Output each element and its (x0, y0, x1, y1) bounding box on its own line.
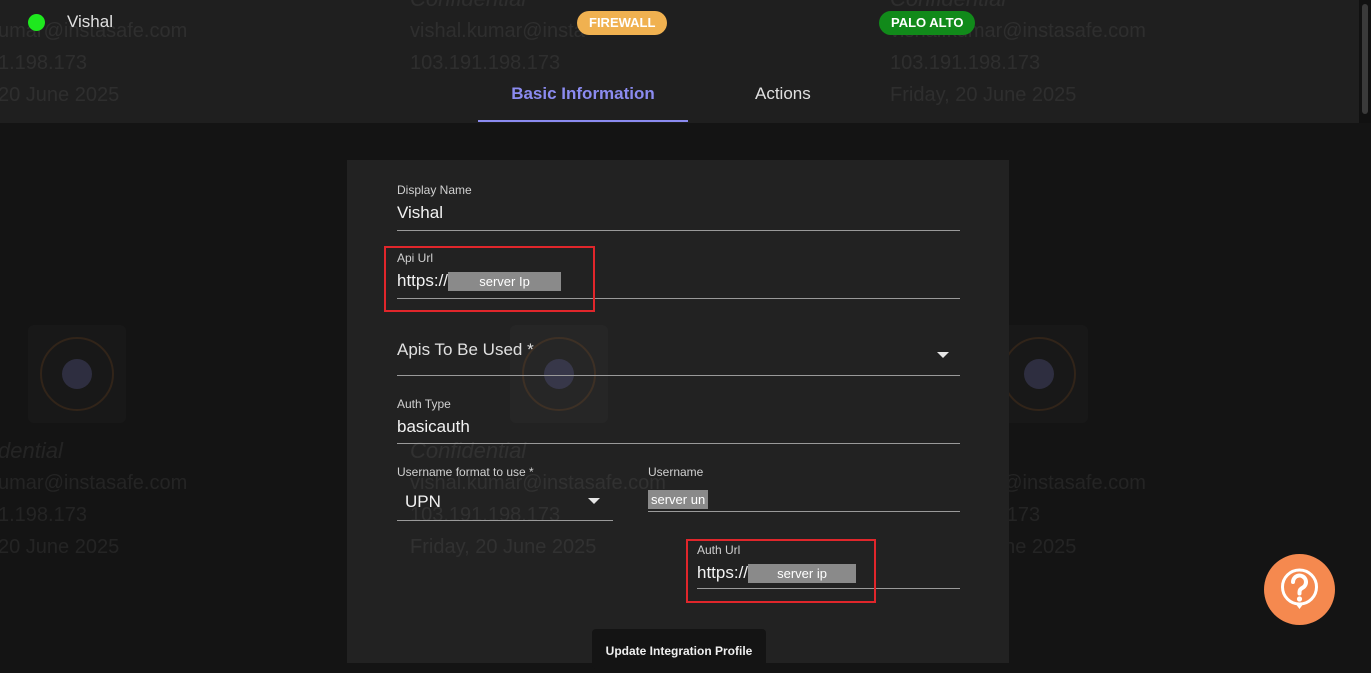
display-name-field[interactable]: Display Name Vishal (397, 183, 960, 231)
active-tab-indicator (478, 120, 688, 122)
highlight-box-api-url (384, 246, 595, 312)
watermark-confidential: dential (0, 438, 63, 463)
vendor-badge: PALO ALTO (879, 11, 976, 35)
auth-type-value[interactable]: basicauth (397, 417, 960, 437)
auth-type-label: Auth Type (397, 397, 451, 411)
redacted-username: server un (648, 490, 709, 510)
question-icon (1281, 568, 1318, 609)
watermark-center: Confidential vishal.kumar@insta 103.191.… (410, 0, 585, 79)
watermark-ip: 1.198.173 (0, 52, 87, 74)
help-button[interactable] (1264, 554, 1335, 625)
chevron-down-icon[interactable] (588, 498, 600, 504)
watermark-date: 20 June 2025 (0, 536, 120, 558)
username-label: Username (648, 465, 704, 479)
camera-watermark-icon (28, 325, 126, 423)
display-name-label: Display Name (397, 183, 472, 197)
tab-basic-information[interactable]: Basic Information (478, 84, 688, 104)
apis-to-be-used-select[interactable]: Apis To Be Used * (397, 340, 960, 376)
scrollbar[interactable] (1359, 0, 1371, 123)
watermark-left-lower: dential umar@instasafe.com 1.198.173 20 … (0, 435, 187, 563)
highlight-box-auth-url (686, 539, 876, 603)
scrollbar-thumb[interactable] (1362, 4, 1368, 114)
status-indicator (28, 14, 45, 31)
username-field[interactable]: Username server un (648, 465, 960, 512)
device-header: umar@instasafe.com 1.198.173 20 June 202… (0, 0, 1359, 123)
watermark-ip: 1.198.173 (0, 504, 87, 526)
watermark-ip: 103.191.198.173 (890, 52, 1041, 74)
watermark-date: 20 June 2025 (0, 84, 120, 106)
watermark-ip: 103.191.198.173 (410, 52, 561, 74)
watermark-email: umar@instasafe.com (0, 472, 188, 494)
watermark-confidential: Confidential (410, 0, 585, 15)
username-format-label: Username format to use * (397, 465, 534, 479)
auth-type-field[interactable]: Auth Type basicauth (397, 397, 960, 444)
update-integration-profile-button[interactable]: Update Integration Profile (592, 629, 766, 669)
chevron-down-icon[interactable] (937, 352, 949, 358)
watermark-email: vishal.kumar@insta (410, 20, 585, 42)
display-name-value[interactable]: Vishal (397, 203, 960, 223)
apis-to-be-used-label: Apis To Be Used * (397, 340, 534, 359)
username-format-value[interactable]: UPN (405, 492, 613, 512)
device-name: Vishal (67, 12, 113, 31)
watermark-date: Friday, 20 June 2025 (890, 84, 1077, 106)
type-badge: FIREWALL (577, 11, 668, 35)
tab-actions[interactable]: Actions (755, 84, 811, 104)
username-format-select[interactable]: Username format to use * UPN (397, 465, 613, 521)
